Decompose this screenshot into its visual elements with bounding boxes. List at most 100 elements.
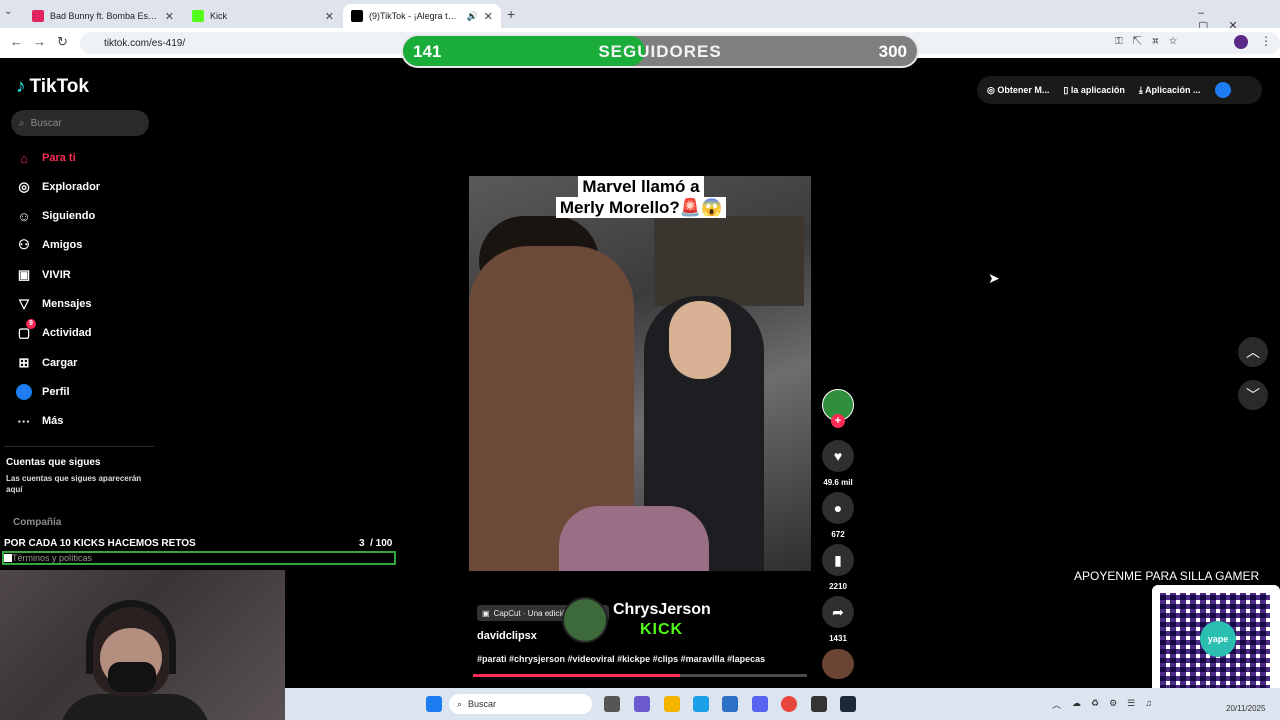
activity-badge: 9 bbox=[26, 319, 36, 329]
get-app-link[interactable]: ▯ la aplicación bbox=[1063, 85, 1124, 96]
follows-note: Las cuentas que sigues aparecerán aquí bbox=[6, 474, 142, 494]
share-button[interactable]: ➦ 1431 bbox=[822, 596, 854, 643]
windows-start-icon[interactable] bbox=[426, 696, 442, 712]
video-progress-bar[interactable] bbox=[473, 674, 807, 677]
top-actions: ◎ Obtener M... ▯ la aplicación ⤓ Aplicac… bbox=[977, 76, 1262, 104]
followers-goal-bar: 141 SEGUIDORES 300 bbox=[401, 34, 919, 68]
youtube-icon bbox=[32, 10, 44, 22]
tiktok-icon bbox=[351, 10, 363, 22]
teams-icon[interactable] bbox=[634, 696, 650, 712]
follows-title: Cuentas que sigues bbox=[6, 457, 101, 468]
discord-icon[interactable] bbox=[752, 696, 768, 712]
sidebar-item-vivir[interactable]: ▣ VIVIR bbox=[16, 265, 71, 285]
video-caption: Marvel llamó a Merly Morello?🚨😱 bbox=[555, 176, 727, 218]
download-app-link[interactable]: ⤓ Aplicación ... bbox=[1139, 85, 1201, 96]
bookmark-icon: ▮ bbox=[822, 544, 854, 576]
previous-video-button[interactable]: ︿ bbox=[1238, 337, 1268, 367]
tab-search-icon[interactable]: ⌄ bbox=[4, 6, 12, 17]
sidebar-item-cargar[interactable]: ⊞ Cargar bbox=[16, 353, 78, 373]
task-view-icon[interactable] bbox=[604, 696, 620, 712]
activity-icon: ▢ 9 bbox=[16, 319, 36, 341]
search-icon: ⌕ bbox=[19, 117, 25, 129]
profile-icon bbox=[16, 384, 32, 401]
video-person-face bbox=[669, 301, 731, 379]
followers-goal: 300 bbox=[878, 42, 907, 61]
live-icon: ▣ bbox=[17, 267, 31, 282]
donation-title: APOYENME PARA SILLA GAMER bbox=[1074, 569, 1260, 583]
webcam-feed bbox=[0, 570, 285, 720]
back-icon[interactable]: ← bbox=[10, 34, 23, 49]
next-video-button[interactable]: ﹀ bbox=[1238, 380, 1268, 410]
video-author[interactable]: davidclipsx bbox=[477, 630, 537, 642]
search-input[interactable]: ⌕ Buscar bbox=[11, 110, 149, 136]
video-progress-fill bbox=[473, 674, 681, 677]
edge-icon[interactable] bbox=[693, 696, 709, 712]
music-disc[interactable] bbox=[822, 649, 854, 679]
chevron-down-icon: ﹀ bbox=[1246, 387, 1260, 403]
following-icon: ☺ bbox=[17, 208, 31, 224]
sidebar-item-mas[interactable]: ··· Más bbox=[16, 411, 64, 431]
tray-chevron-icon[interactable]: ︿ bbox=[1052, 698, 1061, 711]
video-player[interactable] bbox=[469, 176, 811, 571]
kick-channel-name: ChrysJerson bbox=[613, 601, 711, 618]
user-avatar[interactable] bbox=[1214, 82, 1231, 98]
upload-icon: ⊞ bbox=[18, 355, 30, 370]
close-icon[interactable]: ✕ bbox=[325, 10, 334, 23]
capcut-icon: ▣ bbox=[482, 608, 490, 618]
reload-icon[interactable]: ↻ bbox=[57, 34, 68, 50]
sidebar-item-perfil[interactable]: Perfil bbox=[16, 382, 70, 402]
like-button[interactable]: ♥ 49.6 mil bbox=[822, 440, 854, 487]
taskbar-date: 20/11/2025 bbox=[1226, 704, 1266, 713]
video-flowers bbox=[559, 506, 709, 571]
speaker-icon[interactable]: 🔊 bbox=[467, 11, 478, 22]
tab-kick[interactable]: Kick ✕ bbox=[184, 4, 342, 28]
browser-extension-icons[interactable]: ⚿⇱⌘☆ bbox=[1115, 36, 1187, 47]
chevron-up-icon: ︿ bbox=[1246, 344, 1260, 360]
close-icon[interactable]: ✕ bbox=[484, 10, 493, 23]
store-icon[interactable] bbox=[722, 696, 738, 712]
steam-icon[interactable] bbox=[840, 696, 856, 712]
browser-menu-icon[interactable]: ⋮ bbox=[1260, 34, 1272, 48]
video-hashtags[interactable]: #parati #chrysjerson #videoviral #kickpe… bbox=[477, 654, 765, 664]
taskbar-search[interactable]: ⌕ Buscar bbox=[449, 694, 592, 714]
save-button[interactable]: ▮ 2210 bbox=[822, 544, 854, 591]
kick-goal-count: 3 / 100 bbox=[359, 538, 393, 549]
system-tray-icons[interactable]: ☁♻⚙☰♫ bbox=[1072, 698, 1162, 709]
chrome-icon[interactable] bbox=[781, 696, 797, 712]
heart-icon: ♥ bbox=[822, 440, 854, 472]
get-coins-link[interactable]: ◎ Obtener M... bbox=[987, 85, 1049, 96]
obs-icon[interactable] bbox=[811, 696, 827, 712]
kick-goal-fill bbox=[4, 554, 12, 562]
terms-link[interactable]: Términos y políticas bbox=[12, 553, 92, 563]
comment-button[interactable]: ● 672 bbox=[822, 492, 854, 539]
sidebar-item-para-ti[interactable]: ⌂ Para ti bbox=[16, 148, 76, 168]
tab-tiktok[interactable]: (9)TikTok - ¡Alegra tu día! 🔊 ✕ bbox=[343, 4, 501, 28]
messages-icon: ▽ bbox=[19, 296, 29, 311]
more-icon: ··· bbox=[17, 413, 31, 429]
tiktok-logo[interactable]: ♪ TikTok bbox=[16, 76, 89, 98]
headphones-icon bbox=[86, 600, 176, 674]
divider bbox=[4, 446, 154, 447]
profile-avatar[interactable] bbox=[1234, 35, 1248, 49]
tiktok-icon: ♪ bbox=[16, 76, 26, 97]
kick-logo: KICK bbox=[640, 621, 684, 638]
forward-icon[interactable]: → bbox=[33, 34, 46, 49]
sidebar-item-mensajes[interactable]: ▽ Mensajes bbox=[16, 294, 92, 314]
sidebar-item-explorador[interactable]: ◎ Explorador bbox=[16, 177, 100, 197]
sidebar-item-siguiendo[interactable]: ☺ Siguiendo bbox=[16, 206, 95, 226]
close-icon[interactable]: ✕ bbox=[165, 10, 174, 23]
comment-icon: ● bbox=[822, 492, 854, 524]
kick-goal-title: POR CADA 10 KICKS HACEMOS RETOS bbox=[4, 538, 196, 549]
file-explorer-icon[interactable] bbox=[664, 696, 680, 712]
follow-plus-icon[interactable]: + bbox=[831, 414, 845, 428]
webcam-body bbox=[60, 694, 210, 720]
sidebar-item-actividad[interactable]: ▢ 9 Actividad bbox=[16, 319, 92, 343]
search-icon: ⌕ bbox=[457, 698, 463, 709]
home-icon: ⌂ bbox=[20, 150, 28, 166]
tab-bad-bunny[interactable]: Bad Bunny ft. Bomba Estéreo - ... ✕ bbox=[24, 4, 182, 28]
video-poster bbox=[654, 216, 804, 306]
company-link[interactable]: Compañía bbox=[13, 517, 61, 528]
new-tab-button[interactable]: + bbox=[507, 6, 515, 22]
followers-label: SEGUIDORES bbox=[598, 42, 722, 61]
sidebar-item-amigos[interactable]: ⚇ Amigos bbox=[16, 235, 82, 255]
